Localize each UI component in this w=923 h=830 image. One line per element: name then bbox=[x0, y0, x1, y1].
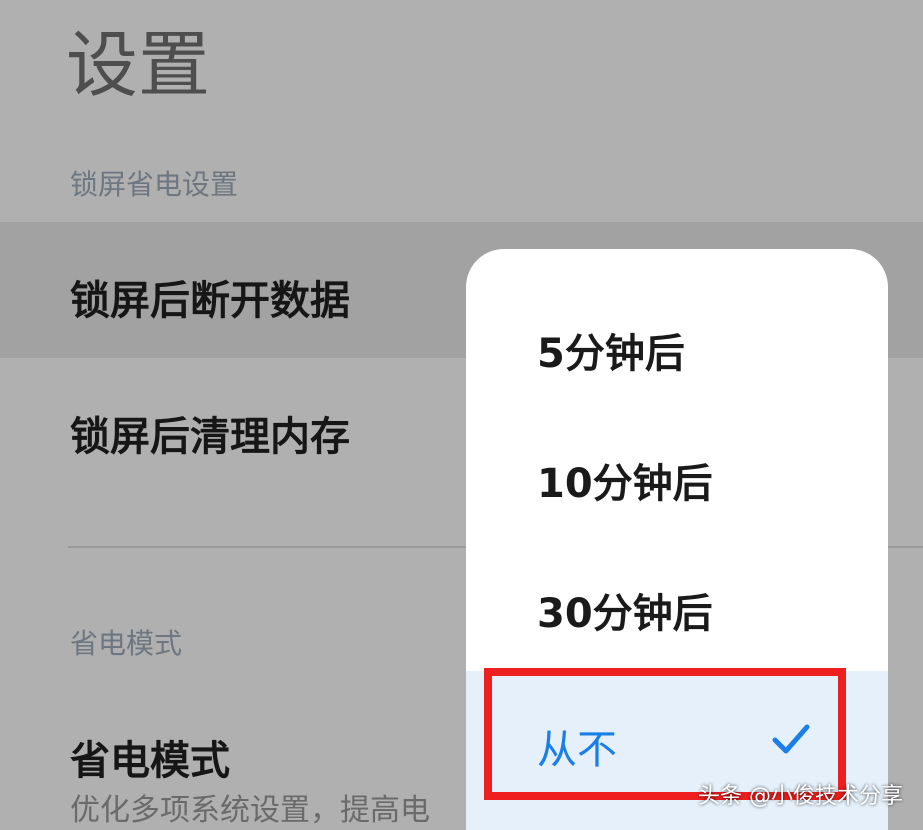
option-5-minutes[interactable]: 5分钟后 bbox=[466, 281, 888, 411]
option-30-minutes[interactable]: 30分钟后 bbox=[466, 541, 888, 671]
setting-row-label: 锁屏后断开数据 bbox=[70, 278, 350, 324]
section-header-power: 省电模式 bbox=[70, 627, 183, 660]
section-header-lock: 锁屏省电设置 bbox=[70, 168, 239, 201]
option-label: 10分钟后 bbox=[537, 461, 713, 507]
watermark: 头条 @小俊技术分享 bbox=[698, 784, 903, 809]
option-label: 5分钟后 bbox=[537, 331, 685, 377]
setting-row-label: 锁屏后清理内存 bbox=[70, 414, 350, 460]
setting-row-label: 省电模式 bbox=[70, 738, 230, 784]
option-10-minutes[interactable]: 10分钟后 bbox=[466, 411, 888, 541]
option-label: 30分钟后 bbox=[537, 591, 713, 637]
page-title: 设置 bbox=[66, 23, 211, 107]
setting-row-subtitle: 优化多项系统设置，提高电 bbox=[70, 793, 430, 828]
